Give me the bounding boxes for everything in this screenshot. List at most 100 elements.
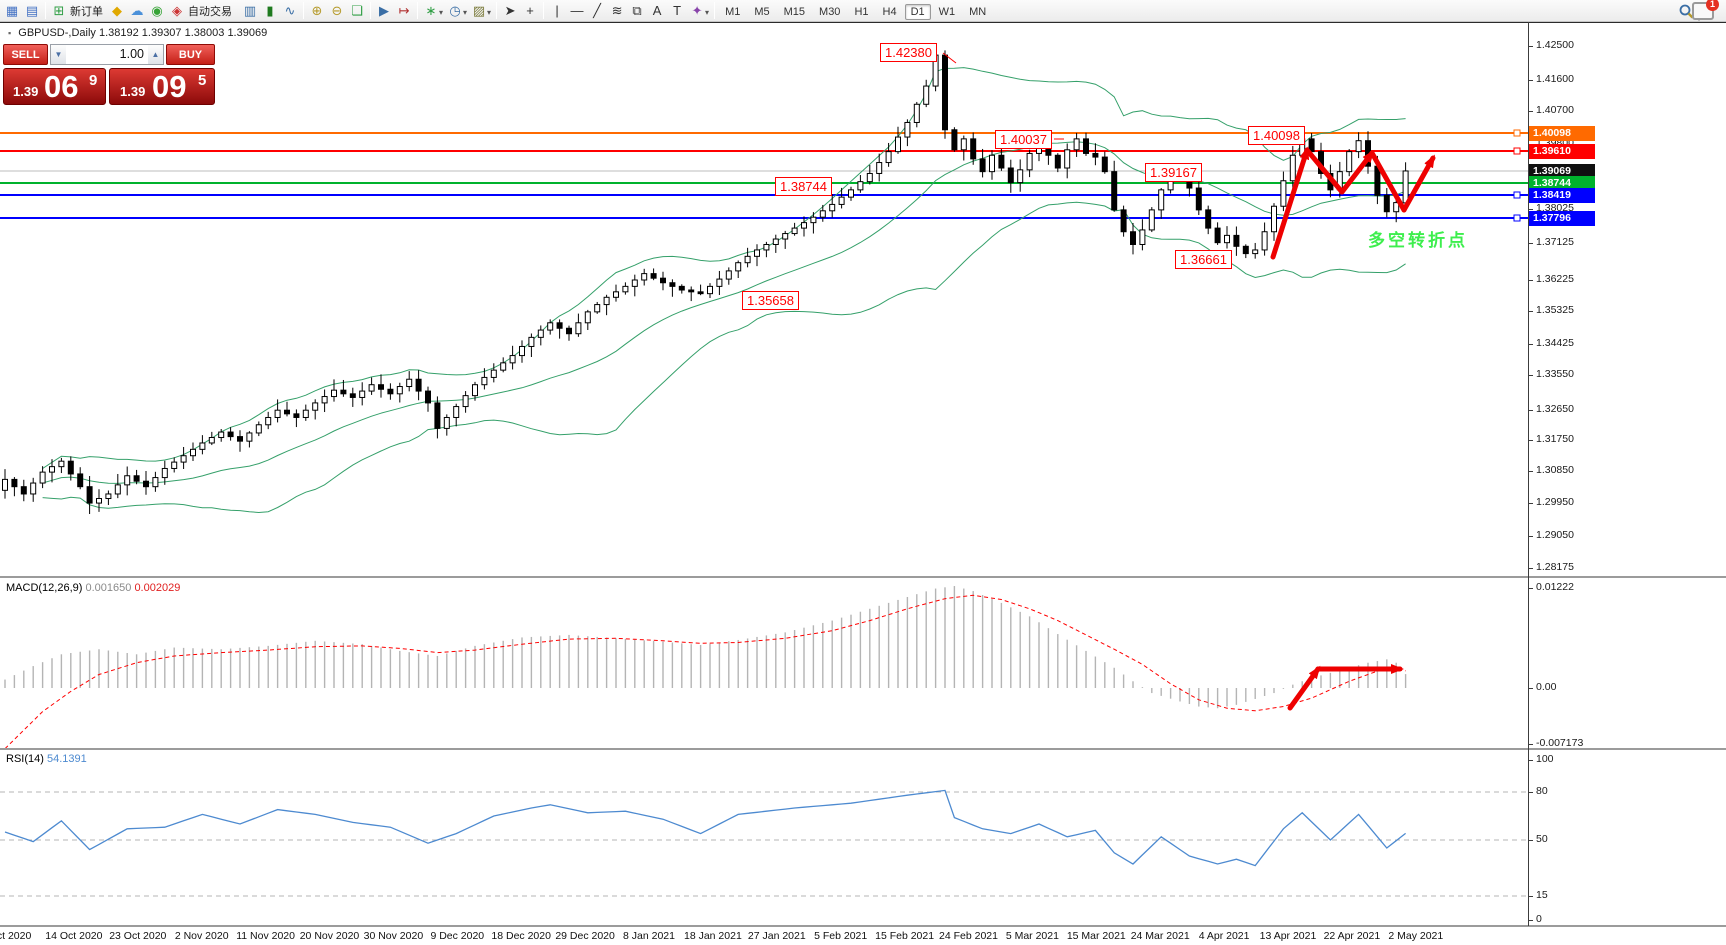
- macd-pane[interactable]: [0, 580, 1528, 748]
- toolbar-separator: [370, 2, 371, 19]
- timeframe-M1[interactable]: M1: [719, 4, 746, 20]
- turning-point-annotation[interactable]: 多空转折点: [1368, 226, 1468, 251]
- timeframe-M5[interactable]: M5: [748, 4, 775, 20]
- price-annotation-1.39167[interactable]: 1.39167: [1145, 163, 1202, 182]
- candle-body: [924, 86, 929, 104]
- candle-body: [679, 286, 684, 290]
- indicators-icon[interactable]: ∗: [421, 2, 441, 20]
- y-tick-mark: [1528, 375, 1533, 376]
- rsi-pane[interactable]: [0, 751, 1528, 926]
- sell-price-button[interactable]: 1.39 06 9: [3, 68, 106, 105]
- timeframe-H1[interactable]: H1: [848, 4, 874, 20]
- zoom-in-icon[interactable]: ⊕: [307, 2, 327, 20]
- price-annotation-1.40098[interactable]: 1.40098: [1248, 126, 1305, 145]
- candle-body: [341, 390, 346, 394]
- crosshair-icon[interactable]: +: [520, 1, 540, 19]
- candle-chart-icon[interactable]: ▮: [260, 2, 280, 20]
- candle-body: [388, 389, 393, 394]
- signal-icon[interactable]: ◉: [147, 2, 167, 20]
- text-icon[interactable]: A: [647, 1, 667, 19]
- volume-stepper[interactable]: ▼ 1.00 ▲: [50, 44, 164, 65]
- candle-body: [773, 239, 778, 244]
- label-icon[interactable]: T: [667, 1, 687, 19]
- new-order-icon[interactable]: ⊞: [49, 2, 69, 20]
- candle-body: [1102, 157, 1107, 172]
- volume-down-button[interactable]: ▼: [51, 45, 66, 64]
- pane-separator[interactable]: [0, 576, 1726, 579]
- terminal-icon[interactable]: ☁: [127, 2, 147, 20]
- bar-chart-icon[interactable]: ▥: [240, 2, 260, 20]
- dropdown-caret-icon[interactable]: ▾: [487, 8, 491, 17]
- price-annotation-1.35658[interactable]: 1.35658: [742, 291, 799, 310]
- trend-arrow-segment[interactable]: [1290, 669, 1318, 708]
- candle-body: [454, 407, 459, 418]
- macd-name: MACD(12,26,9): [6, 582, 82, 594]
- x-date-label[interactable]: 2 May 2021: [1374, 930, 1458, 942]
- dropdown-caret-icon[interactable]: ▾: [439, 8, 443, 17]
- timeframe-W1[interactable]: W1: [933, 4, 962, 20]
- eraser-icon[interactable]: ◆: [107, 2, 127, 20]
- line-handle[interactable]: [1514, 148, 1520, 154]
- candle-body: [595, 305, 600, 312]
- macd-main-value: 0.001650: [85, 582, 131, 594]
- autotrade-icon[interactable]: ◈: [167, 2, 187, 20]
- new-order-label[interactable]: 新订单: [70, 6, 103, 18]
- price-annotation-1.38744[interactable]: 1.38744: [775, 177, 832, 196]
- price-annotation-1.42380[interactable]: 1.42380: [880, 43, 937, 62]
- fibonacci-icon[interactable]: ≋: [607, 2, 627, 20]
- tile-windows-icon[interactable]: ❏: [347, 2, 367, 20]
- y-tick-mark: [1528, 410, 1533, 411]
- line-handle[interactable]: [1514, 215, 1520, 221]
- candle-body: [952, 130, 957, 150]
- candle-body: [1272, 206, 1277, 231]
- tick-chart-icon[interactable]: ▤: [22, 2, 42, 20]
- auto-trading-label[interactable]: 自动交易: [188, 6, 232, 18]
- timeframe-MN[interactable]: MN: [963, 4, 992, 20]
- chart-marker-icon: ▪: [8, 28, 11, 38]
- y-tick-mark: [1528, 344, 1533, 345]
- candle-body: [473, 385, 478, 396]
- dropdown-caret-icon[interactable]: ▾: [705, 8, 709, 17]
- chat-icon[interactable]: 1: [1692, 2, 1714, 20]
- timeframe-H4[interactable]: H4: [877, 4, 903, 20]
- candle-body: [1131, 232, 1136, 245]
- y-tick-label: 1.33550: [1536, 368, 1606, 380]
- candle-body: [661, 278, 666, 283]
- pane-separator[interactable]: [0, 748, 1726, 751]
- timeframe-M30[interactable]: M30: [813, 4, 846, 20]
- chart-shift-icon[interactable]: ↦: [394, 2, 414, 20]
- rsi-tick-mark: [1528, 840, 1533, 841]
- price-annotation-1.36661[interactable]: 1.36661: [1175, 250, 1232, 269]
- pane-separator: [0, 925, 1726, 928]
- candle-body: [623, 286, 628, 291]
- timeframe-M15[interactable]: M15: [778, 4, 811, 20]
- auto-scroll-icon[interactable]: ▶: [374, 2, 394, 20]
- candle-body: [332, 390, 337, 396]
- zoom-out-icon[interactable]: ⊖: [327, 2, 347, 20]
- line-handle[interactable]: [1514, 192, 1520, 198]
- candle-body: [896, 137, 901, 152]
- buy-price-button[interactable]: 1.39 09 5: [109, 68, 215, 105]
- candle-body: [802, 223, 807, 228]
- vline-icon[interactable]: |: [547, 1, 567, 19]
- chart-window-icon[interactable]: ▦: [2, 2, 22, 20]
- trendline-icon[interactable]: ╱: [587, 2, 607, 20]
- buy-button[interactable]: BUY: [166, 44, 215, 65]
- grid-icon[interactable]: ⧉: [627, 2, 647, 20]
- volume-up-button[interactable]: ▲: [148, 45, 163, 64]
- sell-button[interactable]: SELL: [3, 44, 48, 65]
- dropdown-caret-icon[interactable]: ▾: [463, 8, 467, 17]
- candle-body: [275, 410, 280, 417]
- price-annotation-1.40037[interactable]: 1.40037: [995, 130, 1052, 149]
- line-handle[interactable]: [1514, 130, 1520, 136]
- candle-body: [1243, 246, 1248, 253]
- candle-body: [134, 476, 139, 481]
- cursor-icon[interactable]: ➤: [500, 2, 520, 20]
- candle-body: [529, 337, 534, 346]
- hline-icon[interactable]: —: [567, 1, 587, 19]
- line-chart-icon[interactable]: ∿: [280, 2, 300, 20]
- timeframe-D1[interactable]: D1: [905, 4, 931, 20]
- y-tick-mark: [1528, 209, 1533, 210]
- volume-input[interactable]: 1.00: [66, 45, 148, 64]
- candle-body: [999, 155, 1004, 168]
